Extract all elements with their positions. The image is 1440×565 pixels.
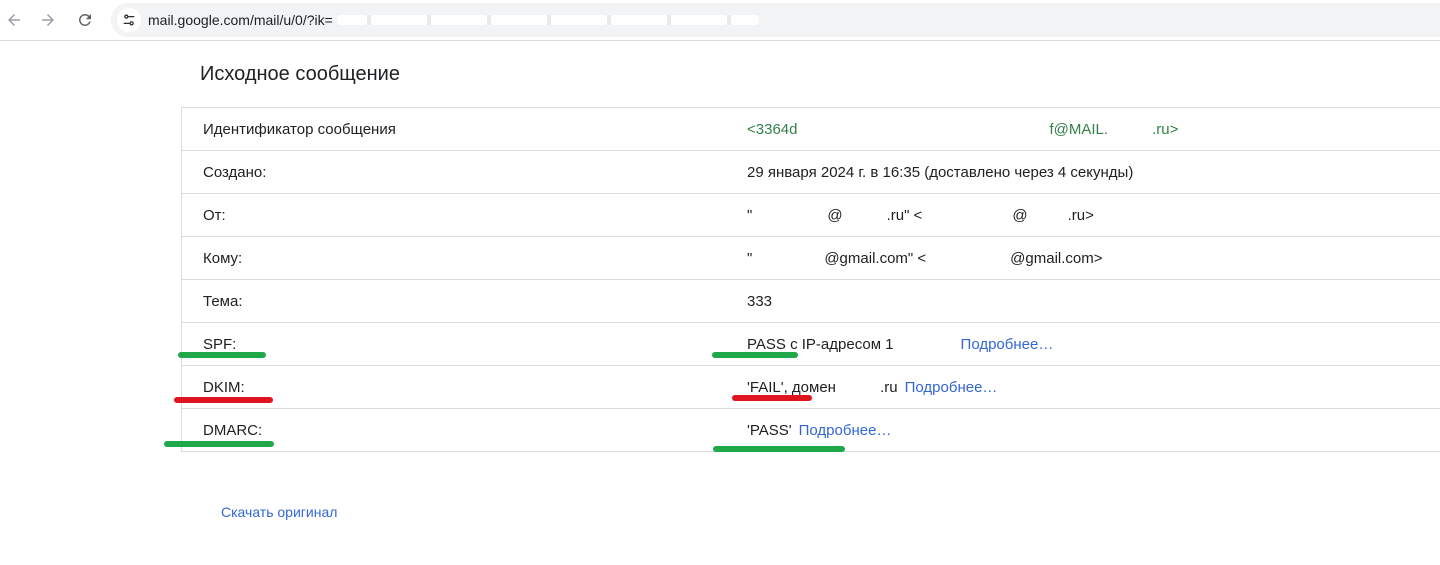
table-row-to: Кому: " @gmail.com" < @gmail.com> [182,237,1440,280]
download-original-link[interactable]: Скачать оригинал [221,504,337,520]
arrow-left-icon [8,14,20,26]
browser-toolbar: mail.google.com/mail/u/0/?ik= [0,0,1440,41]
dkim-value-red-marker [732,395,812,401]
to-value: " @gmail.com" < @gmail.com> [747,250,1103,267]
subject-value: 333 [747,293,773,310]
row-label: Тема: [203,293,243,310]
url-redaction [337,13,759,29]
from-value: " @ .ru" < @ .ru> [747,207,1094,224]
row-label: Создано: [203,164,267,181]
row-label: От: [203,207,226,224]
dmarc-details-link[interactable]: Подробнее… [799,422,892,439]
site-info-button[interactable] [117,8,141,32]
spf-details-link[interactable]: Подробнее… [961,336,1054,353]
dmarc-value: 'PASS' Подробнее… [747,422,892,439]
table-row-subject: Тема: 333 [182,280,1440,323]
created-value: 29 января 2024 г. в 16:35 (доставлено че… [747,164,1134,181]
row-label: DKIM: [203,379,245,396]
back-button[interactable] [0,6,28,34]
message-id-value: <3364d f@MAIL. .ru> [747,121,1179,138]
dmarc-label-green-marker [164,441,274,447]
table-row-spf: SPF: PASS с IP-адресом 1 Подробнее… [182,323,1440,366]
reload-button[interactable] [71,6,99,34]
row-label: Кому: [203,250,243,267]
table-row-dkim: DKIM: 'FAIL', домен .ru Подробнее… [182,366,1440,409]
row-label: DMARC: [203,422,263,439]
row-label: Идентификатор сообщения [203,121,396,138]
table-row-from: От: " @ .ru" < @ .ru> [182,194,1440,237]
dkim-label-red-marker [174,397,273,403]
address-bar[interactable]: mail.google.com/mail/u/0/?ik= [111,3,1440,37]
tune-icon [123,14,135,26]
dmarc-value-green-marker [713,446,845,452]
reload-icon [78,13,91,26]
url-text[interactable]: mail.google.com/mail/u/0/?ik= [148,12,333,28]
arrow-right-icon [42,14,54,26]
spf-value: PASS с IP-адресом 1 Подробнее… [747,336,1054,353]
spf-value-green-marker [712,352,798,358]
dkim-details-link[interactable]: Подробнее… [905,379,998,396]
table-row-created: Создано: 29 января 2024 г. в 16:35 (дост… [182,151,1440,194]
dkim-value: 'FAIL', домен .ru Подробнее… [747,379,998,396]
forward-button[interactable] [34,6,62,34]
row-label: SPF: [203,336,237,353]
page-title: Исходное сообщение [200,63,400,85]
table-row-message-id: Идентификатор сообщения <3364d f@MAIL. .ru… [182,108,1440,151]
spf-label-green-marker [178,352,266,358]
